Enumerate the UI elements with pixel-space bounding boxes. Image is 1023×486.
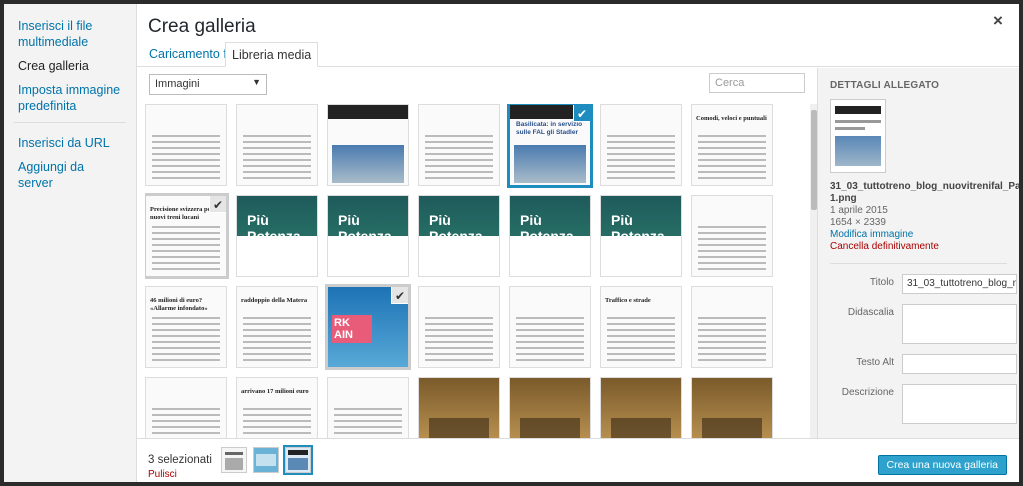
attachment-thumbnail[interactable]: Comodi, veloci e puntuali [691,104,773,186]
attachment-thumbnail[interactable] [509,286,591,368]
details-info: 31_03_tuttotreno_blog_nuovitrenifal_Pagi… [830,181,1019,253]
selection-count: 3 selezionati [148,454,212,466]
chevron-down-icon: ▼ [252,77,261,87]
description-field-row: Descrizione [830,384,1017,428]
check-icon[interactable]: ✔ [209,196,226,213]
attachment-thumbnail[interactable]: arrivano 17 milioni euro [236,377,318,438]
clear-selection-link[interactable]: Pulisci [148,469,177,480]
attachment-thumbnail[interactable] [691,377,773,438]
attachment-thumbnail[interactable]: Traffico e strade [600,286,682,368]
attachment-thumbnail[interactable]: Più Potenza [236,195,318,277]
description-input[interactable] [902,384,1017,424]
search-input[interactable]: Cerca [709,73,805,93]
description-label: Descrizione [841,387,894,398]
router-tabs: Caricamento file Libreria media [137,42,1019,67]
delete-permanently-link[interactable]: Cancella definitivamente [830,241,1007,253]
menu-insert-url[interactable]: Inserisci da URL [4,135,136,151]
attachment-thumbnail[interactable]: raddoppio della Matera [236,286,318,368]
attachment-thumbnail[interactable] [600,377,682,438]
attachment-details: DETTAGLI ALLEGATO 31_03_tuttotreno_blog_… [817,68,1019,438]
attachment-thumbnail[interactable]: Basilicata: in servizio sulle FAL gli St… [507,104,593,188]
thumbnail-caption: Basilicata: in servizio sulle FAL gli St… [516,121,583,136]
attachment-thumbnail[interactable] [691,286,773,368]
media-modal: Inserisci il file multimediale Crea gall… [4,4,1019,482]
selected-thumb-3[interactable] [283,445,313,475]
caption-label: Didascalia [847,307,894,318]
attachment-thumbnail[interactable] [509,377,591,438]
details-divider [830,263,1007,264]
selected-thumb-2[interactable] [253,447,279,473]
attachment-thumbnail[interactable]: 46 milioni di euro? «Allarme infondato» [145,286,227,368]
alt-input[interactable] [902,354,1017,374]
thumbnail-caption: Traffico e strade [605,297,651,304]
attachment-thumbnail[interactable]: Più Potenza [418,195,500,277]
attachment-thumbnail[interactable] [418,286,500,368]
screen-background: Inserisci il file multimediale Crea gall… [0,0,1023,486]
menu-insert-media[interactable]: Inserisci il file multimediale [4,18,136,50]
menu-create-gallery[interactable]: Crea galleria [4,58,136,74]
attachments-grid: Basilicata: in servizio sulle FAL gli St… [145,104,809,438]
details-date: 1 aprile 2015 [830,205,888,216]
alt-field-row: Testo Alt [830,354,1017,378]
tab-media-library[interactable]: Libreria media [225,42,319,67]
title-label: Titolo [869,277,894,288]
caption-field-row: Didascalia [830,304,1017,348]
attachment-thumbnail[interactable] [327,377,409,438]
caption-input[interactable] [902,304,1017,344]
details-filename: 31_03_tuttotreno_blog_nuovitrenifal_Pagi… [830,181,1019,204]
attachment-thumbnail[interactable]: RK AIN ✔ [325,284,411,370]
details-heading: DETTAGLI ALLEGATO [830,80,940,91]
modal-title: Crea galleria [148,16,256,37]
details-thumbnail [830,99,886,173]
menu-add-from-server[interactable]: Aggiungi da server [4,159,136,191]
attachment-thumbnail[interactable]: Più Potenza [327,195,409,277]
title-input[interactable]: 31_03_tuttotreno_blog_nuovi [902,274,1017,294]
menu-separator [14,122,126,123]
attachments-toolbar: Immagini ▼ Cerca [137,68,817,102]
selected-thumb-1[interactable] [221,447,247,473]
attachment-thumbnail[interactable]: Precisione svizzera per i nuovi treni lu… [145,193,229,279]
edit-image-link[interactable]: Modifica immagine [830,229,1007,241]
attachment-thumbnail[interactable] [145,377,227,438]
thumbnail-caption: arrivano 17 milioni euro [241,388,309,395]
attachment-thumbnail[interactable] [236,104,318,186]
thumbnail-caption: raddoppio della Matera [241,297,308,304]
close-icon[interactable]: × [987,10,1009,32]
media-menu: Inserisci il file multimediale Crea gall… [4,4,137,482]
media-type-filter-value: Immagini [155,78,200,90]
attachment-thumbnail[interactable] [418,377,500,438]
attachment-thumbnail[interactable] [418,104,500,186]
thumbnail-caption: 46 milioni di euro? «Allarme infondato» [150,297,208,312]
attachment-thumbnail[interactable] [691,195,773,277]
thumbnail-caption: Comodi, veloci e puntuali [696,115,767,122]
alt-label: Testo Alt [856,357,894,368]
attachment-thumbnail[interactable]: Più Potenza [509,195,591,277]
attachment-thumbnail[interactable] [327,104,409,186]
attachment-thumbnail[interactable] [600,104,682,186]
create-gallery-button[interactable]: Crea una nuova galleria [877,455,1007,475]
thumbnail-caption: RK AIN [332,315,372,343]
media-toolbar-footer: 3 selezionati Pulisci Crea una nuova gal… [137,438,1019,482]
title-field-row: Titolo 31_03_tuttotreno_blog_nuovi [830,274,1017,298]
media-content: Crea galleria × Caricamento file Libreri… [137,4,1019,482]
check-icon[interactable]: ✔ [573,105,590,122]
menu-featured-image[interactable]: Imposta immagine predefinita [4,82,136,114]
details-dimensions: 1654 × 2339 [830,217,886,228]
attachment-thumbnail[interactable]: Più Potenza [600,195,682,277]
attachment-thumbnail[interactable] [145,104,227,186]
check-icon[interactable]: ✔ [391,287,408,304]
media-type-filter[interactable]: Immagini ▼ [149,74,267,95]
